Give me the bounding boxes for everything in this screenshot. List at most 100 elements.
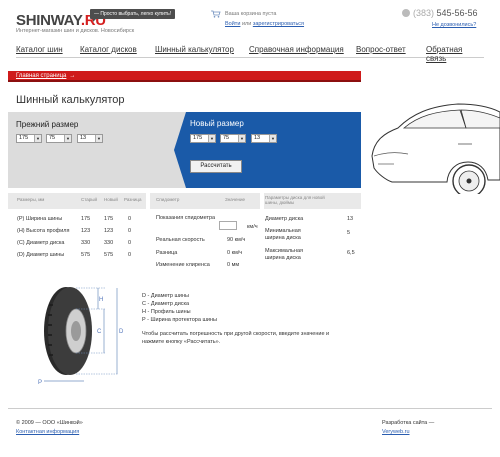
nav-disk-catalog[interactable]: Каталог дисков (80, 45, 137, 54)
tire-diagram: H C D P (38, 287, 124, 385)
row-value: 5 (347, 230, 351, 236)
breadcrumb-bar: Главная страница → (8, 71, 361, 82)
row-label: Максимальная ширина диска (265, 248, 303, 261)
row-label: Показания спидометра (156, 215, 216, 221)
contacts-link[interactable]: Контактная информация (16, 429, 79, 435)
row-old: 575 (81, 252, 91, 258)
row-old: 330 (81, 240, 91, 246)
breadcrumb: Главная страница → (16, 73, 75, 79)
col-header-speedometer: Спидометр (156, 197, 180, 202)
speed-table-header: Спидометр Значение (150, 193, 260, 209)
nav-tire-catalog[interactable]: Каталог шин (16, 45, 63, 54)
row-value: 0 мм (227, 262, 240, 268)
calculation-note: Чтобы рассчитать погрешность при другой … (142, 331, 330, 345)
chevron-down-icon: ▼ (95, 135, 102, 142)
previous-size-label: Прежний размер (16, 120, 79, 129)
footer-right: Разработка сайта — Veryweb.ru (382, 419, 434, 437)
row-label: Реальная скорость (156, 237, 205, 243)
cart-icon[interactable] (211, 10, 221, 18)
prev-profile-value: 75 (49, 135, 56, 141)
tire-label-d: D (119, 329, 124, 335)
prev-diameter-select[interactable]: 13 ▼ (77, 134, 103, 143)
chevron-down-icon: ▼ (269, 135, 276, 142)
footer-divider (8, 408, 492, 409)
prev-profile-select[interactable]: 75 ▼ (46, 134, 72, 143)
developer-link[interactable]: Veryweb.ru (382, 429, 410, 435)
sizes-table: Размеры, мм Старый Новый Разница (P) Шир… (8, 193, 146, 275)
row-label: (H) Высота профиля (17, 228, 70, 234)
callback-link[interactable]: Не дозвонились? (432, 22, 476, 28)
col-header-new: Новый (104, 197, 118, 202)
row-new: 175 (104, 216, 114, 222)
page-title: Шинный калькулятор (16, 94, 125, 106)
prev-width-select[interactable]: 175 ▼ (16, 134, 42, 143)
legend-item: P - Ширина протектора шины (142, 317, 217, 323)
row-diff: 0 (128, 228, 132, 234)
row-old: 123 (81, 228, 91, 234)
phone-icon (402, 9, 410, 17)
nav-feedback[interactable]: Обратная связь (426, 45, 484, 63)
row-label: (C) Диаметр диска (17, 240, 65, 246)
developer-label: Разработка сайта — (382, 420, 435, 426)
col-header-value: Значение (225, 197, 245, 202)
disk-table-header: Параметры диска для новой шины, дюймы (264, 193, 361, 209)
tire-label-p: P (38, 380, 42, 385)
auth-row: Войти или зарегистрироваться (225, 21, 304, 27)
chevron-down-icon: ▼ (208, 135, 215, 142)
new-profile-select[interactable]: 75 ▼ (220, 134, 246, 143)
row-value: 90 км/ч (227, 237, 246, 243)
legend-item: H - Профиль шины (142, 309, 191, 315)
row-diff: 0 (128, 240, 132, 246)
new-diameter-select[interactable]: 13 ▼ (251, 134, 277, 143)
calculate-button[interactable]: Рассчитать (190, 160, 242, 173)
new-width-select[interactable]: 175 ▼ (190, 134, 216, 143)
row-diff: 0 (128, 252, 132, 258)
results-section: Размеры, мм Старый Новый Разница (P) Шир… (8, 193, 361, 275)
speedometer-table: Спидометр Значение Показания спидометра … (150, 193, 260, 275)
col-header-sizes: Размеры, мм (17, 197, 45, 202)
tire-label-c: C (97, 329, 102, 335)
car-illustration (371, 103, 500, 194)
row-new: 575 (104, 252, 114, 258)
col-header-old: Старый (81, 197, 98, 202)
row-diff: 0 (128, 216, 132, 222)
register-link[interactable]: зарегистрироваться (253, 21, 304, 27)
cart-status: Ваша корзина пуста (225, 11, 277, 17)
new-size-panel: Новый размер 175 ▼ 75 ▼ 13 ▼ (174, 112, 361, 188)
tire-label-h: H (99, 297, 103, 303)
row-value: 0 км/ч (227, 250, 243, 256)
row-label: (D) Диаметр шины (17, 252, 65, 258)
row-label: Минимальная ширина диска (265, 228, 301, 241)
main-nav: Каталог шин Каталог дисков Шинный кальку… (16, 42, 484, 63)
table-row: (P) Ширина шины (17, 216, 62, 222)
nav-faq[interactable]: Вопрос-ответ (356, 45, 406, 54)
new-width-value: 175 (193, 135, 203, 141)
phone-digits: 545-56-56 (436, 8, 478, 18)
row-label: Диаметр диска (265, 216, 304, 222)
speedometer-input[interactable] (219, 221, 237, 230)
breadcrumb-home-link[interactable]: Главная страница (16, 73, 66, 79)
chevron-down-icon: ▼ (238, 135, 245, 142)
row-value: 13 (347, 216, 354, 222)
speed-unit: км/ч (247, 224, 258, 230)
sizes-table-header: Размеры, мм Старый Новый Разница (8, 193, 146, 209)
phone-number: (383) 545-56-56 (413, 8, 478, 18)
logo-subtitle: Интернет-магазин шин и дисков. Новосибир… (16, 28, 135, 34)
col-header-disk-params: Параметры диска для новой шины, дюймы (265, 195, 325, 205)
row-new: 330 (104, 240, 114, 246)
disk-params-table: Параметры диска для новой шины, дюймы Ди… (264, 193, 361, 275)
row-label: Изменение клиренса (156, 262, 210, 268)
col-header-diff: Разница (124, 197, 142, 202)
footer-left: © 2009 — ООО «Шинвэй» Контактная информа… (16, 419, 83, 437)
login-link[interactable]: Войти (225, 21, 240, 27)
phone-code: (383) (413, 8, 435, 18)
previous-size-panel: Прежний размер 175 ▼ 75 ▼ 13 ▼ (8, 112, 186, 188)
copyright-text: © 2009 — ООО «Шинвэй» (16, 420, 83, 426)
nav-tire-calculator[interactable]: Шинный калькулятор (155, 45, 234, 54)
row-new: 123 (104, 228, 114, 234)
logo-main-text: SHINWAY (16, 12, 81, 29)
nav-reference-info[interactable]: Справочная информация (249, 45, 344, 54)
row-old: 175 (81, 216, 91, 222)
prev-diameter-value: 13 (80, 135, 87, 141)
chevron-down-icon: ▼ (34, 135, 41, 142)
